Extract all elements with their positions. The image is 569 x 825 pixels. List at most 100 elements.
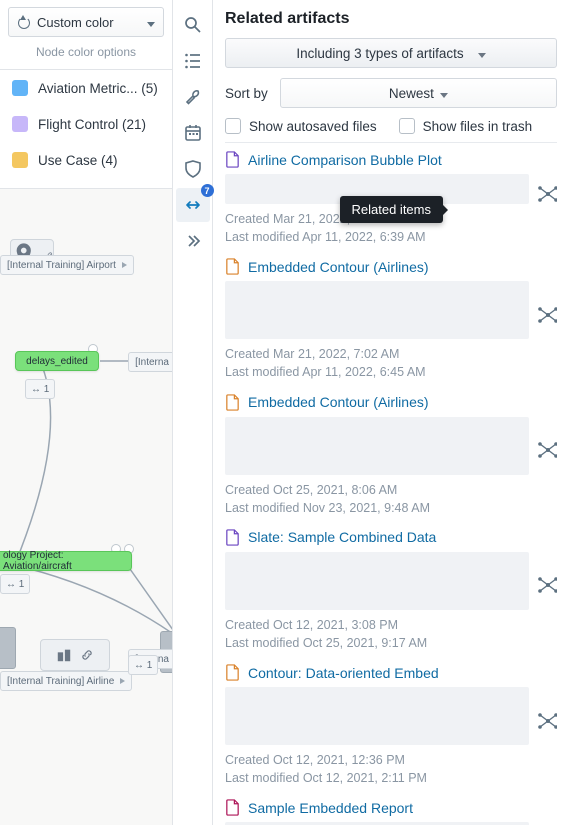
ontology-canvas[interactable]: [Internal Training] Airport delays_edite…	[0, 188, 172, 825]
artifact-title-link[interactable]: Contour: Data-oriented Embed	[248, 665, 439, 681]
chevron-right-icon	[118, 676, 125, 687]
buildings-icon	[56, 647, 72, 663]
related-items-badge: 7	[201, 184, 214, 197]
canvas-node-delays[interactable]: delays_edited	[15, 351, 99, 371]
node-label: delays_edited	[26, 356, 88, 367]
arrows-icon	[184, 196, 202, 214]
chevron-right-icon	[120, 260, 127, 271]
checkbox-show-autosaved[interactable]: Show autosaved files	[225, 118, 377, 134]
file-icon	[225, 799, 240, 816]
category-label: Use Case (4)	[38, 153, 118, 168]
node-label: ology Project: Aviation/aircraft	[3, 550, 121, 572]
canvas-breadcrumb-interna[interactable]: [Interna	[128, 352, 172, 372]
category-label: Aviation Metric... (5)	[38, 81, 158, 96]
file-icon	[225, 664, 240, 681]
rail-shield[interactable]	[176, 152, 210, 186]
artifact-item: Contour: Data-oriented Embed Created Oct …	[225, 656, 557, 791]
artifact-modified: Last modified Oct 25, 2021, 9:17 AM	[225, 634, 557, 652]
artifact-thumbnail	[225, 417, 529, 475]
artifact-created: Created Oct 25, 2021, 8:06 AM	[225, 481, 557, 499]
artifact-title-link[interactable]: Embedded Contour (Airlines)	[248, 259, 429, 275]
artifact-item: Slate: Sample Combined Data Created Oct 1…	[225, 521, 557, 656]
artifact-thumbnail	[225, 552, 529, 610]
artifact-title-link[interactable]: Embedded Contour (Airlines)	[248, 394, 429, 410]
rail-calendar[interactable]	[176, 116, 210, 150]
artifact-results: Airline Comparison Bubble Plot Created Ma…	[225, 142, 557, 825]
locate-in-graph-button[interactable]	[537, 304, 557, 328]
related-artifacts-panel: Related artifacts Including 3 types of a…	[213, 0, 569, 825]
artifact-title-link[interactable]: Slate: Sample Combined Data	[248, 529, 436, 545]
artifact-created: Created Oct 12, 2021, 3:08 PM	[225, 616, 557, 634]
canvas-pill[interactable]: ↔ 1	[25, 379, 55, 399]
node-color-select-label: Custom color	[37, 15, 147, 30]
artifact-title-link[interactable]: Sample Embedded Report	[248, 800, 413, 816]
category-item[interactable]: Aviation Metric... (5)	[0, 70, 172, 106]
pill-label: ↔ 1	[31, 384, 49, 395]
artifact-item: Sample Embedded ReportCreated Oct 5, 202…	[225, 791, 557, 825]
artifact-modified: Last modified Nov 23, 2021, 9:48 AM	[225, 499, 557, 517]
link-icon	[80, 648, 94, 662]
rail-search[interactable]	[176, 8, 210, 42]
category-item[interactable]: Flight Control (21)	[0, 106, 172, 142]
breadcrumb-label: [Internal Training] Airport	[7, 260, 116, 271]
pill-label: ↔ 1	[134, 660, 152, 671]
droplet-icon	[17, 15, 29, 29]
rail-list[interactable]	[176, 44, 210, 78]
canvas-chip-airline-icons[interactable]	[40, 639, 110, 671]
chevron-down-icon	[147, 15, 155, 30]
sort-by-select[interactable]: Newest	[280, 78, 557, 108]
canvas-node-aviation[interactable]: ology Project: Aviation/aircraft	[0, 551, 132, 571]
artifact-created: Created Oct 12, 2021, 12:36 PM	[225, 751, 557, 769]
artifact-title-link[interactable]: Airline Comparison Bubble Plot	[248, 152, 442, 168]
canvas-grey-block[interactable]	[0, 627, 16, 669]
file-icon	[225, 151, 240, 168]
artifact-item: Embedded Contour (Airlines) Created Mar 2…	[225, 250, 557, 385]
rail-collapse[interactable]	[176, 224, 210, 258]
artifact-thumbnail	[225, 281, 529, 339]
locate-in-graph-button[interactable]	[537, 574, 557, 598]
canvas-edges	[0, 189, 172, 825]
pill-label: ↔ 1	[6, 579, 24, 590]
artifact-item: Embedded Contour (Airlines) Created Oct 2…	[225, 386, 557, 521]
artifact-modified: Last modified Apr 11, 2022, 6:39 AM	[225, 228, 557, 246]
checkbox-icon	[399, 118, 415, 134]
canvas-pill[interactable]: ↔ 1	[128, 655, 158, 675]
sort-by-label: Sort by	[225, 86, 268, 101]
artifact-types-filter[interactable]: Including 3 types of artifacts	[225, 38, 557, 68]
locate-in-graph-button[interactable]	[537, 710, 557, 734]
checkbox-show-trash[interactable]: Show files in trash	[399, 118, 533, 134]
locate-in-graph-button[interactable]	[537, 183, 557, 207]
category-label: Flight Control (21)	[38, 117, 146, 132]
left-sidebar: Custom color Node color options Aviation…	[0, 0, 173, 825]
artifact-modified: Last modified Oct 12, 2021, 2:11 PM	[225, 769, 557, 787]
node-color-select[interactable]: Custom color	[8, 7, 164, 37]
canvas-breadcrumb-airline[interactable]: [Internal Training] Airline	[0, 671, 132, 691]
artifact-created: Created Mar 21, 2022, 7:02 AM	[225, 345, 557, 363]
canvas-pill[interactable]: ↔ 1	[0, 574, 30, 594]
checkbox-label: Show files in trash	[423, 119, 533, 134]
chevron-down-icon	[472, 46, 486, 61]
locate-in-graph-button[interactable]	[537, 439, 557, 463]
canvas-breadcrumb-airport[interactable]: [Internal Training] Airport	[0, 255, 134, 275]
tooltip-related-items: Related items	[340, 196, 443, 223]
file-icon	[225, 394, 240, 411]
panel-title: Related artifacts	[225, 10, 557, 28]
file-icon	[225, 529, 240, 546]
checkbox-label: Show autosaved files	[249, 119, 377, 134]
node-color-note: Node color options	[0, 40, 172, 69]
file-icon	[225, 258, 240, 275]
swatch-icon	[12, 80, 28, 96]
category-list: Aviation Metric... (5) Flight Control (2…	[0, 69, 172, 178]
checkbox-icon	[225, 118, 241, 134]
breadcrumb-label: [Internal Training] Airline	[7, 676, 114, 687]
rail-related-items[interactable]: 7	[176, 188, 210, 222]
toolbar-rail: 7	[173, 0, 213, 825]
artifact-modified: Last modified Apr 11, 2022, 6:45 AM	[225, 363, 557, 381]
chevron-down-icon	[434, 86, 448, 101]
rail-tools[interactable]	[176, 80, 210, 114]
sort-value: Newest	[389, 86, 434, 101]
breadcrumb-label: [Interna	[135, 357, 169, 368]
artifact-thumbnail	[225, 687, 529, 745]
swatch-icon	[12, 116, 28, 132]
category-item[interactable]: Use Case (4)	[0, 142, 172, 178]
